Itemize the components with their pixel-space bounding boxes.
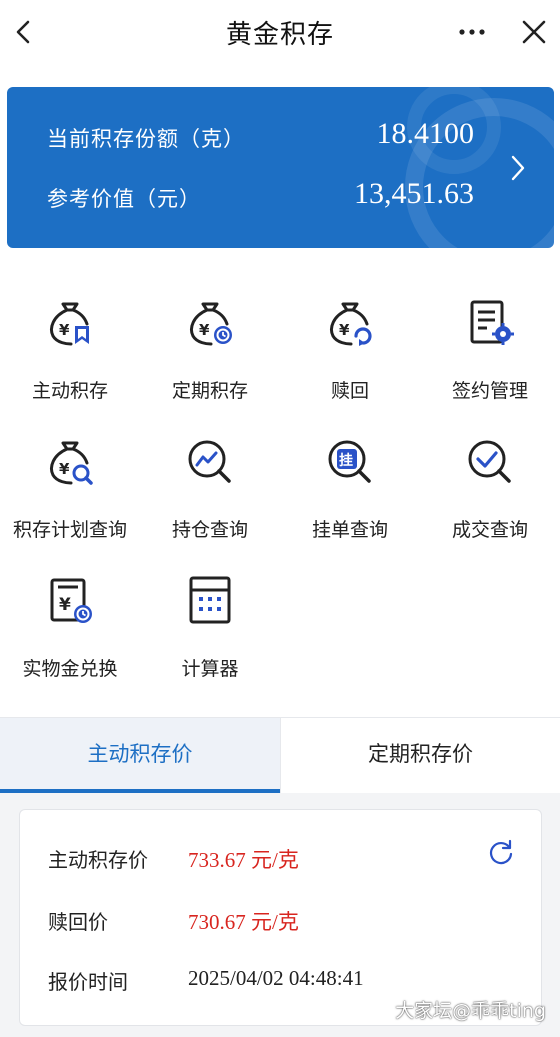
tab-scheduled-save-price[interactable]: 定期积存价 [280,718,560,794]
check-search-icon [468,440,511,483]
grid-item-position-query[interactable]: 持仓查询 [140,435,280,545]
gold-exchange-icon: ¥ [50,578,92,623]
grid-item-calculator[interactable]: 计算器 [140,574,280,684]
quote-time-label: 报价时间 [48,970,128,994]
buy-price-row: 主动积存价 733.67 元/克 [48,844,521,874]
money-bag-search-icon: ¥ [50,441,93,485]
grid-item-physical-gold-exchange[interactable]: ¥ 实物金兑换 [0,574,140,684]
value-label: 参考价值（元） [47,187,201,211]
grid-item-label: 积存计划查询 [12,519,127,541]
buy-price-value: 733.67 元/克 [188,848,299,872]
grid-item-contract-management[interactable]: 签约管理 [420,296,560,406]
document-gear-icon [470,300,514,345]
grid-item-label: 挂单查询 [311,519,388,541]
grid-item-label: 签约管理 [451,380,528,402]
grid-item-label: 持仓查询 [171,519,248,541]
money-bag-clock-icon: ¥ [190,302,232,346]
svg-text:¥: ¥ [59,595,71,615]
navbar: 黄金积存 [0,0,560,64]
value-amount: 13,451.63 [354,177,474,210]
svg-text:¥: ¥ [199,321,210,339]
refresh-icon[interactable] [487,838,515,866]
grid-item-deal-query[interactable]: 成交查询 [420,435,560,545]
quote-time-value: 2025/04/02 04:48:41 [188,966,364,990]
grid-item-label: 赎回 [330,380,369,402]
grid-item-label: 主动积存 [31,380,108,402]
grid-item-scheduled-save[interactable]: ¥ 定期积存 [140,296,280,406]
close-icon[interactable] [514,14,554,50]
grid-item-plan-query[interactable]: ¥ 积存计划查询 [0,435,140,545]
share-value: 18.4100 [376,117,475,150]
svg-text:¥: ¥ [339,321,350,339]
decorative-ring-icon [405,87,554,248]
price-card: 主动积存价 733.67 元/克 赎回价 730.67 元/克 报价时间 202… [19,809,542,1026]
svg-text:¥: ¥ [59,460,70,478]
chevron-right-icon [511,155,525,181]
grid-item-label: 计算器 [181,658,239,680]
grid-item-label: 定期积存 [171,380,248,402]
money-bag-redeem-icon: ¥ [330,302,372,346]
grid-item-redeem[interactable]: ¥ 赎回 [280,296,420,406]
redeem-price-label: 赎回价 [48,910,108,934]
share-label: 当前积存份额（克） [47,127,245,151]
price-tabs: 主动积存价 定期积存价 [0,717,560,794]
svg-text:¥: ¥ [59,321,70,339]
quote-time-row: 报价时间 2025/04/02 04:48:41 [48,966,521,996]
grid-item-label: 实物金兑换 [22,658,118,680]
more-icon[interactable] [452,14,492,50]
calculator-icon [189,576,231,624]
redeem-price-value: 730.67 元/克 [188,910,299,934]
holding-summary-card[interactable]: 当前积存份额（克） 18.4100 参考价值（元） 13,451.63 [7,87,554,248]
grid-item-label: 成交查询 [451,519,528,541]
order-search-icon: 挂 [328,440,371,483]
trend-search-icon [188,440,231,483]
redeem-price-row: 赎回价 730.67 元/克 [48,906,521,936]
money-bag-bookmark-icon: ¥ [50,302,89,346]
tab-active-save-price[interactable]: 主动积存价 [0,718,280,794]
watermark: 大家坛@乖乖ting [395,1000,546,1022]
grid-item-active-save[interactable]: ¥ 主动积存 [0,296,140,406]
svg-text:挂: 挂 [339,452,353,469]
grid-item-order-query[interactable]: 挂 挂单查询 [280,435,420,545]
buy-price-label: 主动积存价 [48,848,148,872]
